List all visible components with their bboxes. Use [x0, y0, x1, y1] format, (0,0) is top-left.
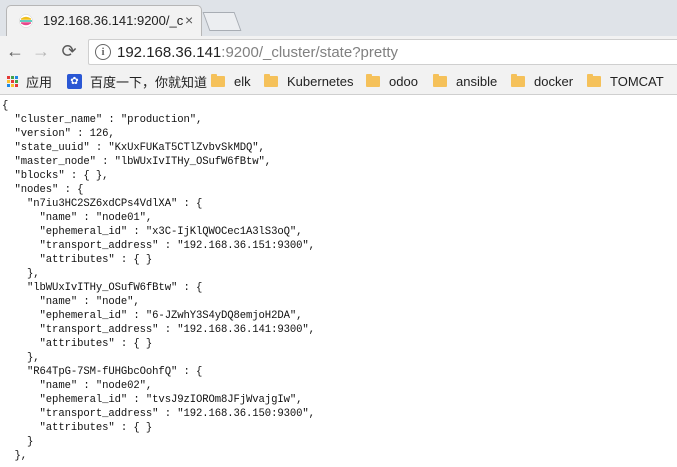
- bookmarks-bar: 应用 ✿ 百度一下，你就知道 elk Kubernetes odoo ansib…: [0, 68, 677, 95]
- new-tab-button[interactable]: [202, 12, 242, 31]
- close-tab-icon[interactable]: ×: [185, 12, 193, 28]
- bookmark-label: elk: [234, 73, 251, 89]
- bookmark-baidu[interactable]: ✿ 百度一下，你就知道: [67, 72, 207, 90]
- tab-strip: 192.168.36.141:9200/_c ×: [0, 0, 677, 36]
- elastic-icon: [19, 14, 33, 28]
- bookmark-kubernetes[interactable]: Kubernetes: [264, 72, 354, 90]
- folder-icon: [366, 73, 380, 87]
- address-bar[interactable]: i 192.168.36.141:9200/_cluster/state?pre…: [88, 39, 677, 65]
- folder-icon: [587, 73, 601, 87]
- arrow-left-icon: ←: [6, 41, 24, 61]
- back-button[interactable]: ←: [4, 40, 26, 62]
- bookmark-label: 百度一下，你就知道: [90, 74, 208, 90]
- folder-icon: [511, 73, 525, 87]
- bookmark-tomcat[interactable]: TOMCAT: [587, 72, 664, 90]
- bookmark-label: Kubernetes: [287, 73, 354, 89]
- folder-icon: [211, 73, 225, 87]
- folder-icon: [264, 73, 278, 87]
- json-response-text: { "cluster_name" : "production", "versio…: [2, 100, 315, 462]
- baidu-icon: ✿: [67, 73, 82, 89]
- bookmark-label: odoo: [389, 73, 418, 89]
- folder-icon: [433, 73, 447, 87]
- tab-active[interactable]: 192.168.36.141:9200/_c ×: [6, 5, 202, 36]
- tab-title: 192.168.36.141:9200/_c: [43, 13, 183, 28]
- arrow-right-icon: →: [32, 41, 50, 61]
- reload-icon: ⟳: [61, 41, 77, 61]
- url-path: :9200/_cluster/state?pretty: [221, 44, 399, 61]
- bookmark-label: TOMCAT: [610, 73, 664, 89]
- bookmark-elk[interactable]: elk: [211, 72, 251, 90]
- bookmark-ansible[interactable]: ansible: [433, 72, 497, 90]
- url-host: 192.168.36.141: [117, 44, 222, 61]
- bookmark-apps[interactable]: 应用: [7, 72, 52, 90]
- bookmark-odoo[interactable]: odoo: [366, 72, 418, 90]
- page-content: { "cluster_name" : "production", "versio…: [0, 95, 677, 467]
- apps-icon: [7, 75, 18, 87]
- bookmark-label: docker: [534, 73, 574, 89]
- bookmark-docker[interactable]: docker: [511, 72, 573, 90]
- info-icon[interactable]: i: [95, 44, 111, 60]
- bookmark-label: 应用: [26, 74, 53, 90]
- forward-button[interactable]: →: [30, 40, 52, 62]
- browser-toolbar: ← → ⟳ i 192.168.36.141:9200/_cluster/sta…: [0, 36, 677, 68]
- bookmark-label: ansible: [456, 73, 498, 89]
- reload-button[interactable]: ⟳: [58, 40, 80, 62]
- url-text[interactable]: 192.168.36.141:9200/_cluster/state?prett…: [117, 44, 398, 61]
